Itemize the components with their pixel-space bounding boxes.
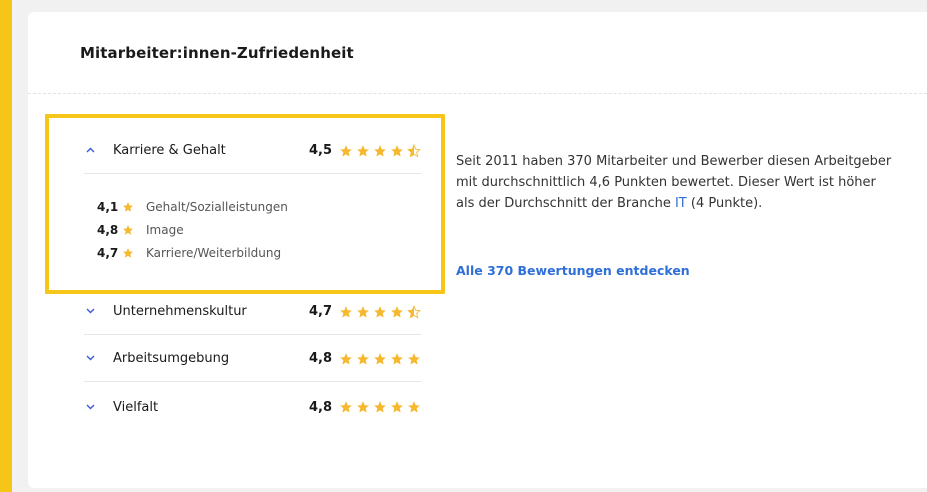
category-label: Vielfalt xyxy=(113,399,159,415)
star-icon xyxy=(391,305,403,318)
sub-rating-row: 4,7 Karriere/Weiterbildung xyxy=(97,242,281,264)
chevron-down-icon xyxy=(84,402,96,413)
sub-rating-row: 4,1 Gehalt/Sozialleistungen xyxy=(97,196,288,218)
card-title: Mitarbeiter:innen-Zufriedenheit xyxy=(80,44,354,62)
star-icon xyxy=(374,305,386,318)
star-icon xyxy=(374,352,386,365)
chevron-up-icon xyxy=(84,145,96,156)
all-reviews-link[interactable]: Alle 370 Bewertungen entdecken xyxy=(456,263,690,278)
star-icon xyxy=(408,352,420,365)
chevron-down-icon xyxy=(84,353,96,364)
sub-label: Gehalt/Sozialleistungen xyxy=(146,200,288,214)
sub-score: 4,8 xyxy=(97,223,119,237)
star-icon xyxy=(374,401,386,413)
category-label: Arbeitsumgebung xyxy=(113,351,230,366)
star-icon xyxy=(391,144,403,157)
category-row-arbeitsumgebung[interactable]: Arbeitsumgebung 4,8 xyxy=(84,336,421,382)
star-icon xyxy=(123,202,133,212)
rating-description: Seit 2011 haben 370 Mitarbeiter und Bewe… xyxy=(456,151,896,214)
category-score: 4,8 xyxy=(308,399,332,415)
star-icon xyxy=(357,305,369,318)
star-icon xyxy=(357,352,369,365)
category-score: 4,5 xyxy=(308,143,332,158)
star-icon xyxy=(123,248,133,258)
category-label: Unternehmenskultur xyxy=(113,304,247,319)
star-rating xyxy=(339,352,421,366)
sub-rating-row: 4,8 Image xyxy=(97,219,184,241)
half-star-icon xyxy=(407,143,421,157)
sub-score: 4,1 xyxy=(97,200,119,214)
category-score: 4,7 xyxy=(308,304,332,319)
star-icon xyxy=(408,401,420,413)
category-row-karriere-gehalt[interactable]: Karriere & Gehalt 4,5 xyxy=(84,128,421,174)
industry-link[interactable]: IT xyxy=(675,196,687,211)
star-icon xyxy=(391,352,403,365)
star-icon xyxy=(340,144,352,157)
star-icon xyxy=(374,144,386,157)
sub-label: Karriere/Weiterbildung xyxy=(146,246,282,260)
category-label: Karriere & Gehalt xyxy=(113,143,226,158)
category-row-vielfalt[interactable]: Vielfalt 4,8 xyxy=(84,384,421,430)
star-icon xyxy=(123,225,133,235)
star-icon xyxy=(357,144,369,157)
star-icon xyxy=(340,352,352,365)
description-text: Seit 2011 haben 370 Mitarbeiter und Bewe… xyxy=(456,154,892,211)
category-row-unternehmenskultur[interactable]: Unternehmenskultur 4,7 xyxy=(84,289,421,335)
card-header: Mitarbeiter:innen-Zufriedenheit xyxy=(28,12,927,94)
star-icon xyxy=(340,401,352,413)
star-icon xyxy=(340,305,352,318)
chevron-down-icon xyxy=(84,306,96,317)
star-icon xyxy=(357,401,369,413)
star-rating xyxy=(339,304,421,319)
description-suffix: (4 Punkte). xyxy=(686,196,763,211)
half-star-icon xyxy=(407,304,421,318)
satisfaction-card: Mitarbeiter:innen-Zufriedenheit Karriere… xyxy=(28,12,927,488)
star-rating xyxy=(339,400,421,414)
category-score: 4,8 xyxy=(308,351,332,366)
star-rating xyxy=(339,143,421,158)
star-icon xyxy=(391,401,403,413)
sub-label: Image xyxy=(146,223,184,237)
sub-score: 4,7 xyxy=(97,246,119,260)
